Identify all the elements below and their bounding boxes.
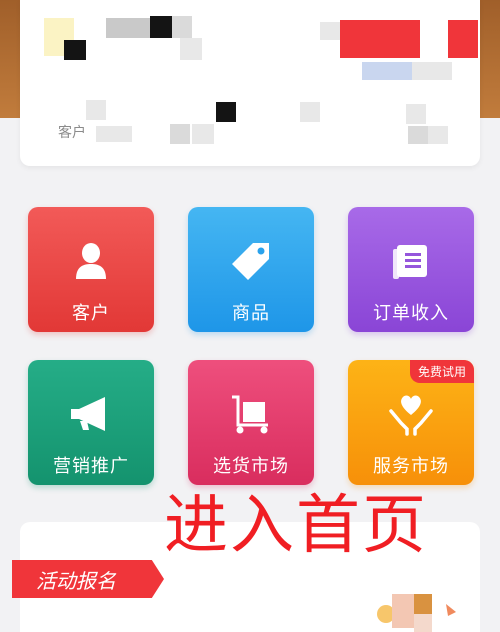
tile-products[interactable]: 商品: [188, 207, 314, 332]
redacted-block: [408, 126, 428, 144]
redacted-block: [96, 126, 132, 142]
redacted-block: [172, 16, 192, 38]
tile-sourcing-market[interactable]: 选货市场: [188, 360, 314, 485]
redacted-block: [192, 124, 214, 144]
tile-label: 客户: [72, 303, 110, 324]
tile-orders-revenue[interactable]: 订单收入: [348, 207, 474, 332]
tag-icon: [227, 237, 275, 285]
tile-label: 选货市场: [213, 456, 289, 477]
tile-service-market[interactable]: 免费试用 服务市场: [348, 360, 474, 485]
redacted-block: [406, 104, 426, 124]
tile-label: 营销推广: [53, 456, 129, 477]
redacted-block: [216, 102, 236, 122]
redacted-block: [362, 62, 412, 80]
redacted-block: [180, 38, 202, 60]
customer-count-label: 客户: [58, 125, 86, 141]
redacted-block: [86, 100, 106, 120]
tile-label: 商品: [232, 303, 270, 324]
header-background-right: [478, 0, 500, 118]
free-trial-badge: 免费试用: [409, 360, 474, 383]
redacted-block: [412, 62, 452, 80]
customer-icon: [67, 237, 115, 285]
megaphone-icon: [67, 390, 115, 438]
tile-label: 服务市场: [373, 456, 449, 477]
redacted-block: [320, 22, 340, 40]
activity-banner-illustration: [372, 590, 462, 632]
ledger-icon: [387, 237, 435, 285]
redacted-block: [448, 20, 478, 58]
redacted-block: [300, 102, 320, 122]
activity-signup-ribbon[interactable]: 活动报名: [12, 560, 164, 598]
shop-profile-card[interactable]: 客户: [20, 0, 480, 166]
tile-customers[interactable]: 客户: [28, 207, 154, 332]
tile-label: 订单收入: [373, 303, 449, 324]
cart-icon: [227, 390, 275, 438]
redacted-block: [150, 16, 172, 38]
redacted-block: [106, 18, 150, 38]
redacted-block: [170, 124, 190, 144]
redacted-block: [340, 20, 420, 58]
heart-hands-icon: [387, 390, 435, 438]
redacted-block: [428, 126, 448, 144]
tile-marketing[interactable]: 营销推广: [28, 360, 154, 485]
redacted-block: [64, 40, 86, 60]
header-background-left: [0, 0, 22, 118]
enter-homepage-overlay-text: 进入首页: [164, 489, 428, 563]
